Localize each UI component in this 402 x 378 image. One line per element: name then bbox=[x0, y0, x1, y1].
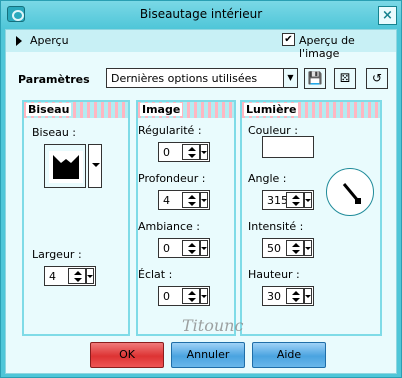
chevron-down-icon[interactable]: ▼ bbox=[283, 69, 297, 87]
depth-dropdown[interactable] bbox=[200, 192, 208, 208]
angle-value: 315 bbox=[267, 194, 288, 207]
depth-value: 4 bbox=[163, 194, 170, 207]
ok-button[interactable]: OK bbox=[90, 342, 164, 368]
image-group-title: Image bbox=[140, 103, 183, 116]
ambient-label: Ambiance : bbox=[138, 220, 201, 233]
bevel-shape-preview bbox=[49, 151, 83, 183]
light-group-title: Lumière bbox=[244, 103, 299, 116]
intensity-stepper[interactable]: 50 bbox=[262, 238, 314, 258]
bevel-shape-label: Biseau : bbox=[32, 126, 77, 139]
regularity-dropdown[interactable] bbox=[200, 144, 208, 160]
shine-spin-arrows[interactable] bbox=[182, 288, 200, 304]
reset-icon: ↺ bbox=[371, 71, 383, 85]
light-group-header: Lumière bbox=[242, 102, 380, 118]
width-spin-arrows[interactable] bbox=[68, 268, 86, 284]
angle-dial[interactable] bbox=[326, 168, 374, 216]
close-button[interactable]: × bbox=[378, 6, 397, 25]
regularity-stepper[interactable]: 0 bbox=[158, 142, 210, 162]
ambient-value: 0 bbox=[163, 242, 170, 255]
dice-icon: ⚄ bbox=[339, 71, 351, 85]
angle-dropdown[interactable] bbox=[304, 192, 312, 208]
parameters-label: Paramètres bbox=[18, 73, 90, 86]
preset-select[interactable]: Dernières options utilisées ▼ bbox=[106, 68, 298, 88]
width-stepper[interactable]: 4 bbox=[44, 266, 96, 286]
light-group: Lumière Couleur : Angle : 315 Intensité … bbox=[240, 100, 382, 336]
width-label: Largeur : bbox=[32, 248, 82, 261]
image-group: Image Régularité : 0 Profondeur : 4 Ambi… bbox=[136, 100, 236, 336]
height-dropdown[interactable] bbox=[304, 288, 312, 304]
bevel-shape-dropdown[interactable] bbox=[88, 144, 102, 188]
depth-spin-arrows[interactable] bbox=[182, 192, 200, 208]
depth-stepper[interactable]: 4 bbox=[158, 190, 210, 210]
angle-label: Angle : bbox=[248, 172, 287, 185]
width-value: 4 bbox=[49, 270, 56, 283]
bevel-group: Biseau Biseau : Largeur : 4 bbox=[22, 100, 130, 336]
ambient-stepper[interactable]: 0 bbox=[158, 238, 210, 258]
height-stepper[interactable]: 30 bbox=[262, 286, 314, 306]
help-button[interactable]: Aide bbox=[252, 342, 326, 368]
dialog-window: Biseautage intérieur × Aperçu ✔ Aperçu d… bbox=[0, 0, 402, 378]
preview-toggle-label[interactable]: Aperçu bbox=[30, 34, 69, 47]
color-swatch[interactable] bbox=[262, 136, 314, 158]
save-preset-button[interactable]: 💾 bbox=[304, 68, 326, 89]
height-spin-arrows[interactable] bbox=[286, 288, 304, 304]
intensity-dropdown[interactable] bbox=[304, 240, 312, 256]
ambient-dropdown[interactable] bbox=[200, 240, 208, 256]
bevel-group-header: Biseau bbox=[24, 102, 128, 118]
preview-checkbox-label[interactable]: Aperçu de l'image bbox=[299, 34, 396, 60]
preview-checkbox[interactable]: ✔ bbox=[282, 33, 295, 46]
intensity-value: 50 bbox=[267, 242, 281, 255]
intensity-spin-arrows[interactable] bbox=[286, 240, 304, 256]
angle-spin-arrows[interactable] bbox=[286, 192, 304, 208]
height-value: 30 bbox=[267, 290, 281, 303]
bevel-shape-icon bbox=[53, 155, 79, 179]
reset-button[interactable]: ↺ bbox=[366, 68, 388, 89]
randomize-button[interactable]: ⚄ bbox=[334, 68, 356, 89]
watermark-signature: Titounc bbox=[182, 316, 244, 335]
save-icon: 💾 bbox=[307, 71, 323, 85]
angle-dial-needle-icon bbox=[342, 183, 361, 204]
depth-label: Profondeur : bbox=[138, 172, 206, 185]
preset-select-value: Dernières options utilisées bbox=[111, 72, 258, 85]
shine-dropdown[interactable] bbox=[200, 288, 208, 304]
shine-stepper[interactable]: 0 bbox=[158, 286, 210, 306]
width-dropdown[interactable] bbox=[86, 268, 94, 284]
bevel-group-title: Biseau bbox=[26, 103, 72, 116]
angle-stepper[interactable]: 315 bbox=[262, 190, 314, 210]
image-group-header: Image bbox=[138, 102, 234, 118]
height-label: Hauteur : bbox=[248, 268, 300, 281]
ambient-spin-arrows[interactable] bbox=[182, 240, 200, 256]
window-title: Biseautage intérieur bbox=[139, 7, 263, 21]
expand-triangle-icon[interactable] bbox=[16, 36, 22, 46]
shine-value: 0 bbox=[163, 290, 170, 303]
bevel-shape-picker[interactable] bbox=[44, 144, 86, 188]
intensity-label: Intensité : bbox=[248, 220, 304, 233]
dialog-body: Aperçu ✔ Aperçu de l'image Paramètres De… bbox=[5, 29, 397, 374]
regularity-label: Régularité : bbox=[138, 124, 202, 137]
title-bar[interactable]: Biseautage intérieur × bbox=[1, 1, 401, 29]
shine-label: Éclat : bbox=[138, 268, 173, 281]
cancel-button[interactable]: Annuler bbox=[171, 342, 245, 368]
preview-row: Aperçu ✔ Aperçu de l'image bbox=[6, 30, 396, 60]
regularity-spin-arrows[interactable] bbox=[182, 144, 200, 160]
regularity-value: 0 bbox=[163, 146, 170, 159]
